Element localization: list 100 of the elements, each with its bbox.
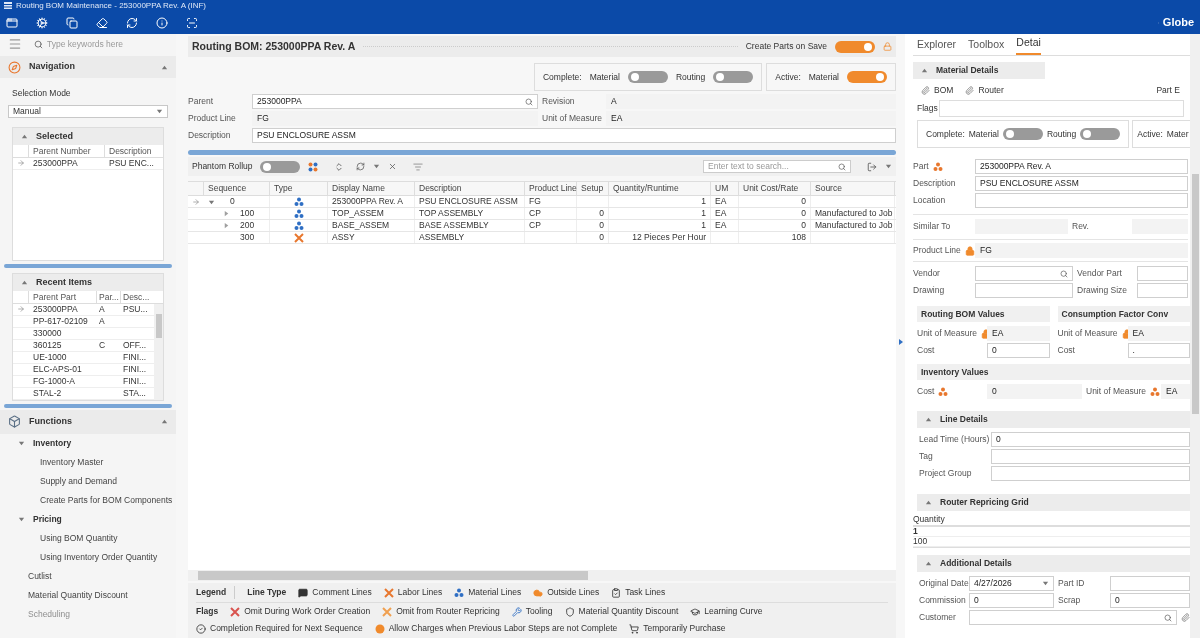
tree-group[interactable]: Inventory — [0, 433, 176, 453]
table-row[interactable]: PP-617-02109 A — [13, 315, 154, 328]
input-field[interactable] — [975, 266, 1073, 281]
input-field[interactable]: FG — [252, 111, 538, 126]
window-icon[interactable] — [6, 16, 18, 29]
tab[interactable]: Toolbox — [968, 37, 1005, 55]
toggle-switch[interactable] — [847, 71, 887, 83]
column-header[interactable]: UM — [711, 182, 739, 195]
settings-icon[interactable] — [36, 16, 48, 29]
expander-icon[interactable] — [208, 199, 215, 206]
export-icon[interactable] — [867, 161, 877, 172]
tree-item[interactable]: Supply and Demand — [0, 471, 176, 491]
column-header[interactable]: Quantity — [913, 514, 1190, 527]
dropdown-icon[interactable] — [373, 163, 381, 170]
column-header[interactable]: Product Line — [525, 182, 577, 195]
caret-icon[interactable] — [921, 67, 928, 74]
input-field[interactable]: A — [606, 94, 896, 109]
expand-all-icon[interactable] — [334, 161, 345, 172]
attachment-label[interactable]: Router — [978, 83, 1004, 97]
column-header[interactable]: Parent Part — [29, 290, 97, 303]
dropdown-icon[interactable] — [885, 163, 892, 170]
focus-icon[interactable] — [186, 16, 198, 29]
tree-item[interactable]: Inventory Master — [0, 452, 176, 472]
column-header[interactable]: Unit Cost/Rate — [739, 182, 811, 195]
table-row[interactable]: 253000PPA A PSU... — [13, 303, 154, 316]
column-header[interactable]: Display Name — [328, 182, 415, 195]
column-header[interactable]: Desc... — [121, 290, 151, 303]
tree-item[interactable]: Material Quantity Discount — [0, 585, 176, 605]
tree-item[interactable]: Create Parts for BOM Components — [0, 490, 176, 510]
table-row[interactable]: FG-1000-A FINI... — [13, 375, 154, 388]
input-field[interactable]: 253000PPA Rev. A — [975, 159, 1188, 174]
vertical-scrollbar[interactable] — [1190, 34, 1200, 638]
column-header[interactable]: Parent Number — [29, 144, 105, 157]
caret-icon[interactable] — [156, 107, 163, 115]
panel-header[interactable]: Selected — [13, 127, 163, 145]
input-field[interactable]: 0 — [987, 343, 1050, 358]
toggle-switch[interactable] — [835, 40, 875, 53]
table-row[interactable]: UE-1000 FINI... — [13, 351, 154, 364]
input-field[interactable]: PSU ENCLOSURE ASSM — [252, 128, 896, 143]
input-field[interactable] — [975, 193, 1188, 208]
functions-header[interactable]: Functions — [0, 409, 176, 434]
section-header[interactable]: Material Details — [913, 62, 1045, 79]
tab[interactable]: Explorer — [917, 37, 957, 55]
toggle-switch[interactable] — [260, 160, 301, 173]
section-header[interactable]: Additional Details — [917, 555, 1190, 572]
selection-mode-dropdown[interactable]: Manual — [8, 104, 168, 118]
input-field[interactable]: EA — [1161, 384, 1190, 399]
copy-icon[interactable] — [66, 16, 78, 29]
input-field[interactable]: EA — [987, 326, 1050, 341]
input-field[interactable] — [975, 283, 1073, 298]
scrollbar[interactable] — [154, 303, 163, 400]
toggle-switch[interactable] — [1080, 128, 1121, 140]
collapse-arrow-icon[interactable] — [899, 339, 903, 345]
input-field[interactable]: EA — [606, 111, 896, 126]
toggle-switch[interactable] — [713, 71, 754, 83]
caret-icon[interactable] — [925, 499, 932, 506]
caret-icon[interactable] — [18, 439, 25, 447]
section-header[interactable]: Router Repricing Grid — [917, 494, 1190, 511]
caret-icon[interactable] — [21, 278, 28, 286]
table-row[interactable]: 360125 C OFF... — [13, 339, 154, 352]
table-row[interactable]: 330000 — [13, 327, 154, 340]
column-header[interactable]: Par... — [97, 290, 121, 303]
tree-group[interactable]: Pricing — [0, 509, 176, 529]
eraser-icon[interactable] — [96, 16, 108, 29]
info-icon[interactable] — [156, 16, 168, 29]
menu-icon[interactable] — [8, 37, 22, 51]
column-header[interactable]: Quantity/Runtime — [609, 182, 711, 195]
column-header[interactable]: Type — [270, 182, 328, 195]
paperclip-icon[interactable] — [921, 85, 930, 95]
input-field[interactable] — [1110, 576, 1190, 591]
input-field[interactable] — [991, 449, 1190, 464]
input-field[interactable]: 0 — [987, 384, 1082, 399]
input-field[interactable]: 0 — [969, 593, 1054, 608]
tree-item[interactable]: Cutlist — [0, 566, 176, 586]
filter-icon[interactable] — [413, 161, 424, 172]
tree-item[interactable]: Using Inventory Order Quantity — [0, 547, 176, 567]
caret-icon[interactable] — [925, 416, 932, 423]
column-header[interactable]: Description — [415, 182, 525, 195]
input-field[interactable]: EA — [1127, 326, 1190, 341]
tree-item[interactable]: Using BOM Quantity — [0, 528, 176, 548]
caret-icon[interactable] — [21, 132, 28, 140]
caret-icon[interactable] — [161, 63, 168, 71]
input-field[interactable]: 0 — [991, 432, 1190, 447]
collapse-icon[interactable] — [388, 162, 398, 171]
toggle-switch[interactable] — [1003, 128, 1043, 140]
column-header[interactable]: Source — [811, 182, 895, 195]
input-field[interactable]: PSU ENCLOSURE ASSM — [975, 176, 1188, 191]
toggle-switch[interactable] — [627, 71, 668, 83]
dropdown-icon[interactable] — [1042, 580, 1049, 587]
input-field[interactable] — [1137, 283, 1188, 298]
panel-header[interactable]: Recent Items — [13, 273, 163, 291]
column-header[interactable]: Sequence — [204, 182, 270, 195]
table-row[interactable]: ELC-APS-01 FINI... — [13, 363, 154, 376]
attachment-label[interactable]: BOM — [934, 83, 954, 97]
input-field[interactable] — [1137, 266, 1188, 281]
input-field[interactable]: FG — [975, 243, 1188, 258]
table-row[interactable]: 253000PPA PSU ENC... — [13, 157, 163, 170]
table-row[interactable]: 0 253000PPA Rev. A PSU ENCLOSURE ASSM FG 1 EA 0 — [188, 196, 896, 208]
input-field[interactable]: 253000PPA — [252, 94, 538, 109]
column-header[interactable]: Setup — [577, 182, 609, 195]
